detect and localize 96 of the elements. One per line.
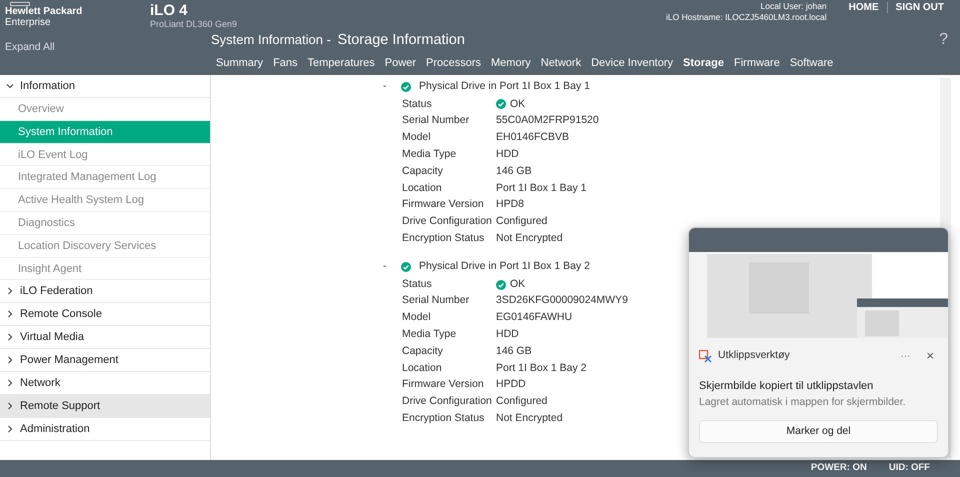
- field-value: HDD: [496, 146, 519, 162]
- field-value: EH0146FCBVB: [496, 130, 569, 146]
- sidebar-subitem[interactable]: Location Discovery Services: [0, 234, 210, 258]
- collapse-toggle[interactable]: -: [383, 259, 397, 276]
- field-value: HPDD: [496, 377, 526, 392]
- hostname-text: iLO Hostname: ILOCZJ5460LM3.root.local: [666, 12, 827, 23]
- field-label: Encryption Status: [402, 230, 486, 246]
- nav-tab[interactable]: Software: [784, 54, 838, 72]
- nav-tab[interactable]: Fans: [268, 54, 303, 72]
- more-options-button[interactable]: ···: [894, 348, 916, 364]
- local-user-text: Local User: johan: [760, 1, 827, 12]
- sidebar-item[interactable]: Administration: [0, 418, 210, 442]
- field-label: Drive Configuration: [402, 394, 493, 410]
- expand-all-link[interactable]: Expand All: [5, 40, 55, 56]
- brand-name: Enterprise: [5, 17, 51, 28]
- field-value: 146 GB: [496, 164, 532, 179]
- field-label: Status: [402, 276, 433, 292]
- sidebar-subitem[interactable]: Integrated Management Log: [0, 166, 210, 190]
- field-label: Media Type: [402, 146, 458, 162]
- nav-tab[interactable]: Temperatures: [302, 54, 380, 72]
- field-label: Serial Number: [402, 293, 470, 308]
- product-name: iLO 4: [150, 2, 188, 19]
- field-value: Not Encrypted: [496, 411, 563, 426]
- uid-status: UID: OFF: [888, 461, 930, 476]
- nav-tab[interactable]: Firmware: [729, 54, 785, 72]
- field-value: 3SD26KFG00009024MWY9: [496, 293, 628, 308]
- field-value: Configured: [496, 394, 548, 410]
- field-label: Encryption Status: [402, 411, 486, 426]
- chevron-right-icon: [6, 333, 14, 342]
- nav-tab[interactable]: Memory: [486, 54, 536, 72]
- check-circle-icon: [401, 262, 411, 272]
- drive-heading: Physical Drive in Port 1I Box 1 Bay 1: [419, 79, 590, 94]
- field-label: Model: [402, 310, 432, 326]
- field-value: OK: [510, 276, 526, 292]
- sidebar-subitem[interactable]: iLO Event Log: [0, 144, 210, 166]
- field-value: EG0146FAWHU: [496, 310, 572, 326]
- mark-and-share-button[interactable]: Marker og del: [699, 420, 938, 444]
- sidebar-item[interactable]: Remote Console: [0, 303, 210, 326]
- chevron-right-icon: [6, 402, 14, 410]
- check-circle-icon: [401, 82, 411, 92]
- field-value: HDD: [496, 327, 519, 342]
- snipping-tool-icon: [699, 350, 712, 362]
- sidebar-subitem[interactable]: Active Health System Log: [0, 189, 210, 212]
- app-name: Utklippsverktøy: [718, 348, 790, 364]
- check-circle-icon: [496, 99, 506, 110]
- chevron-down-icon: [6, 82, 14, 90]
- field-value: Not Encrypted: [496, 230, 563, 246]
- sign-out-link[interactable]: SIGN OUT: [888, 0, 952, 15]
- sidebar-item[interactable]: Remote Support: [0, 395, 210, 418]
- field-label: Firmware Version: [402, 377, 485, 392]
- sidebar-item[interactable]: Virtual Media: [0, 326, 210, 350]
- nav-tab[interactable]: Storage: [678, 54, 729, 72]
- collapse-toggle[interactable]: -: [383, 79, 397, 95]
- notification-message: Lagret automatisk i mappen for skjermbilder.: [699, 394, 907, 410]
- nav-tab[interactable]: Power: [380, 54, 421, 72]
- field-label: Drive Configuration: [402, 214, 493, 230]
- chevron-right-icon: [6, 287, 14, 296]
- sidebar-item[interactable]: iLO Federation: [0, 280, 210, 304]
- close-button[interactable]: ×: [922, 346, 938, 366]
- field-label: Status: [402, 96, 433, 112]
- sidebar-subitem[interactable]: Insight Agent: [0, 258, 210, 280]
- field-value: Port 1I Box 1 Bay 1: [496, 180, 586, 196]
- field-label: Media Type: [402, 327, 458, 342]
- field-value: 146 GB: [496, 344, 532, 359]
- sidebar-subitem[interactable]: Diagnostics: [0, 212, 210, 235]
- field-label: Serial Number: [402, 113, 470, 128]
- chevron-right-icon: [6, 379, 14, 388]
- field-label: Location: [402, 180, 443, 196]
- field-value: 55C0A0M2FRP91520: [496, 113, 599, 128]
- nav-tab[interactable]: Network: [536, 54, 586, 72]
- field-label: Model: [402, 130, 432, 146]
- sidebar-item[interactable]: Information: [0, 75, 210, 98]
- chevron-right-icon: [6, 425, 14, 434]
- brand-name: Hewlett Packard: [5, 6, 82, 17]
- field-label: Capacity: [402, 164, 444, 179]
- field-value: OK: [510, 96, 526, 112]
- field-label: Capacity: [402, 344, 444, 359]
- nav-tab[interactable]: Device Inventory: [586, 54, 678, 72]
- field-label: Firmware Version: [402, 197, 485, 212]
- field-value: HPD8: [496, 197, 524, 212]
- home-link[interactable]: HOME: [840, 0, 887, 15]
- field-value: Port 1I Box 1 Bay 2: [496, 360, 586, 376]
- server-model: ProLiant DL360 Gen9: [150, 19, 238, 30]
- nav-tab[interactable]: Summary: [211, 54, 268, 72]
- field-label: Location: [402, 360, 443, 376]
- chevron-right-icon: [6, 356, 14, 364]
- nav-tab[interactable]: Processors: [420, 54, 486, 72]
- check-circle-icon: [496, 280, 506, 290]
- sidebar-item[interactable]: Power Management: [0, 349, 210, 372]
- notification-title: Skjermbilde kopiert til utklippstavlen: [699, 379, 874, 394]
- page-title: System Information - Storage Information: [211, 31, 465, 50]
- power-status: POWER: ON: [810, 461, 867, 476]
- field-value: Configured: [496, 214, 548, 230]
- drive-heading: Physical Drive in Port 1I Box 1 Bay 2: [419, 259, 590, 274]
- chevron-right-icon: [6, 310, 14, 318]
- help-icon[interactable]: ?: [939, 28, 960, 52]
